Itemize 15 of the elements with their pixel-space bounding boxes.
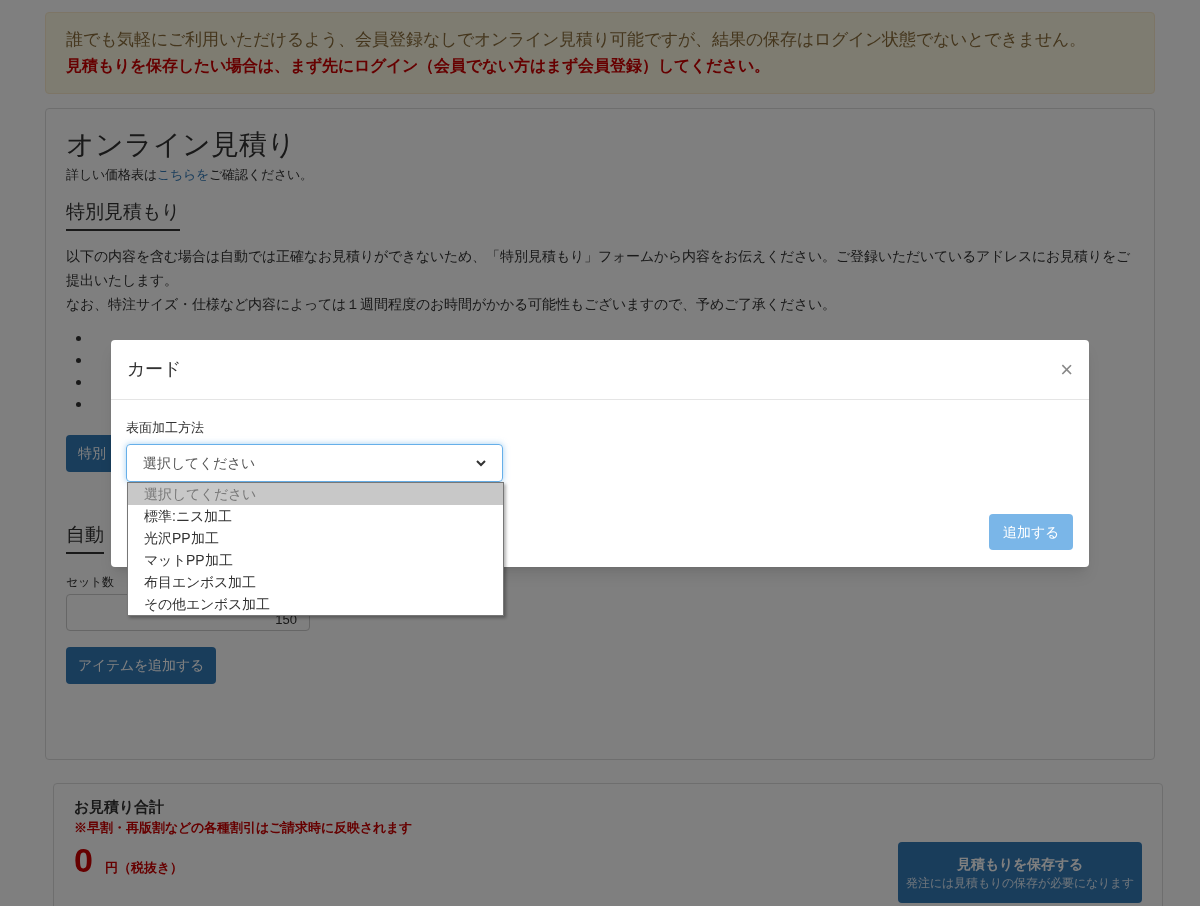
total-unit: 円（税抜き）: [104, 859, 183, 877]
modal-title: カード: [127, 358, 181, 381]
discount-note: ※早割・再版割などの各種割引はご請求時に反映されます: [74, 819, 412, 837]
special-note: なお、特注サイズ・仕様など内容によっては１週間程度のお時間がかかる可能性もございますので、予めご了承ください。: [66, 296, 837, 314]
login-warning: 見積もりを保存したい場合は、まず先にログイン（会員でない方はまず会員登録）してください。: [66, 56, 771, 77]
set-count-label: セット数: [66, 574, 114, 591]
section-heading: 自動: [66, 522, 104, 554]
total-heading: お見積り合計: [74, 797, 165, 817]
price-note: 詳しい価格表はこちらをご確認ください。: [66, 166, 314, 184]
notice-text: 誰でも気軽にご利用いただけるよう、会員登録なしでオンライン見積り可能ですが、結果の保存はログイン状態でないとできません。: [66, 29, 1087, 51]
page-title: オンライン見積り: [66, 128, 297, 162]
total-amount: 0: [74, 840, 93, 881]
section-heading: 特別見積もり: [66, 199, 180, 231]
special-description: 以下の内容を含む場合は自動では正確なお見積りができないため、「特別見積もり」フォームから内容をお伝えください。ご登録いただいているアドレスにお見積りをご提出いたします。: [66, 248, 1131, 290]
field-label: 表面加工方法: [126, 419, 205, 437]
